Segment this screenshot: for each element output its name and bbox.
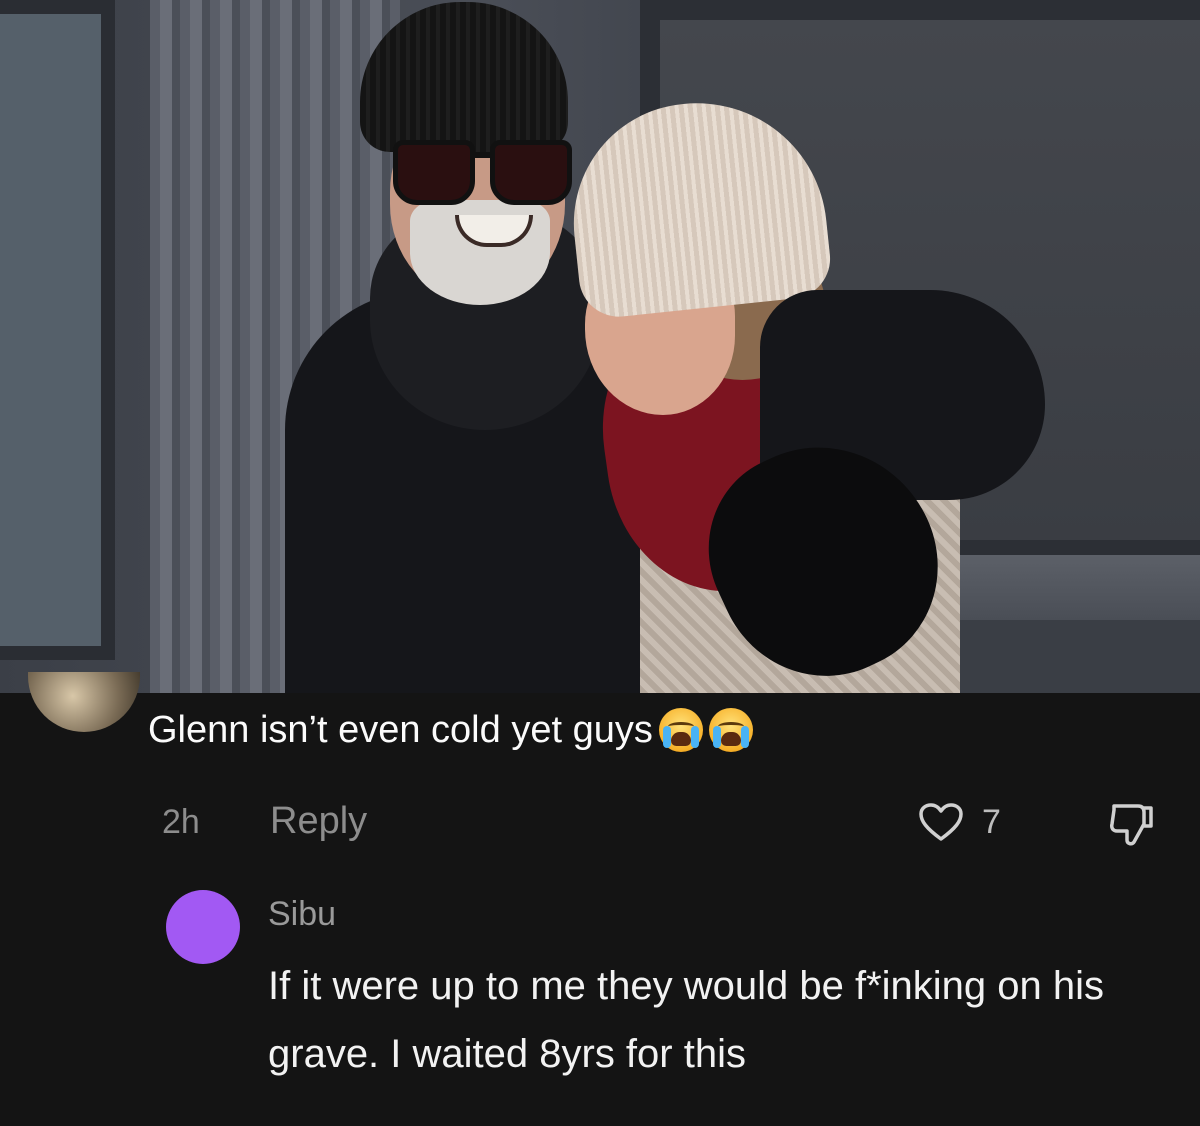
comment: Glenn isn’t even cold yet guys [148, 708, 753, 752]
sunglasses-lens-left [393, 140, 475, 205]
reply-username[interactable]: Sibu [268, 895, 336, 934]
reply-text: If it were up to me they would be f*inki… [268, 964, 1105, 1076]
comment-timestamp: 2h [162, 803, 200, 841]
post-photo [0, 0, 1200, 693]
building-window-frame [0, 0, 115, 660]
loudly-crying-face-icon [658, 708, 703, 752]
heart-icon[interactable] [918, 802, 964, 842]
commenter-avatar[interactable] [28, 672, 140, 732]
thumbs-down-icon[interactable] [1106, 798, 1158, 850]
sunglasses-bridge [470, 152, 494, 158]
reply-button[interactable]: Reply [270, 800, 367, 843]
loudly-crying-face-icon [708, 708, 753, 752]
comment-text: Glenn isn’t even cold yet guys [148, 708, 653, 751]
reply-avatar[interactable] [166, 890, 240, 964]
like-count: 7 [982, 803, 1001, 841]
sunglasses-lens-right [490, 140, 572, 205]
